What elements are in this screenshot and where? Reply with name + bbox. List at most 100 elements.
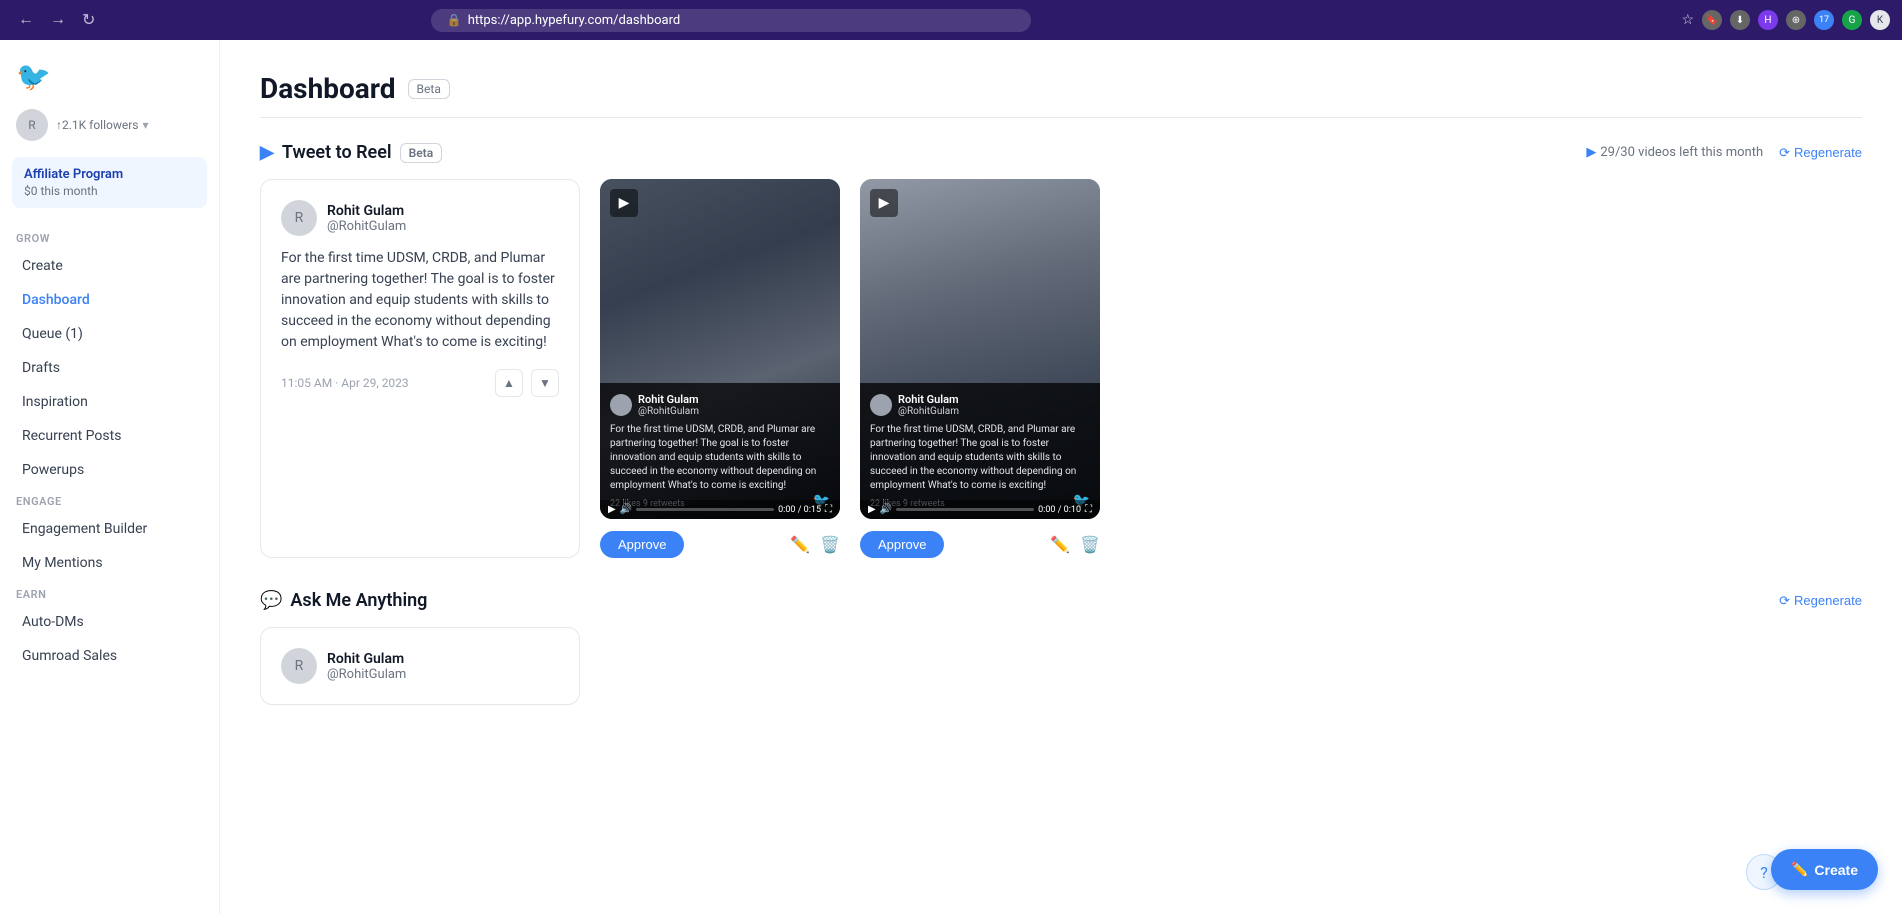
play-ctrl-icon-2[interactable]: ▶	[868, 504, 876, 515]
star-icon[interactable]: ☆	[1681, 12, 1694, 28]
ext-icon-2[interactable]: ⊕	[1786, 10, 1806, 30]
tweet-timestamp: 11:05 AM · Apr 29, 2023 ▲ ▼	[281, 369, 559, 397]
video-time-2: 0:00 / 0:10	[1038, 505, 1081, 515]
ask-regenerate-button[interactable]: ⟳ Regenerate	[1779, 593, 1862, 609]
browser-extensions: ☆ 🔖 ⬇ H ⊕ 17 G K	[1681, 10, 1890, 30]
ask-regenerate-label: Regenerate	[1794, 593, 1862, 608]
video-tweet-header-1: Rohit Gulam @RohitGulam	[610, 393, 830, 417]
play-icon-2[interactable]: ▶	[870, 189, 898, 217]
video-icon-actions-1: ✏️ 🗑️	[790, 535, 840, 554]
tweet-to-reel-title: ▶ Tweet to Reel Beta	[260, 142, 442, 163]
video-preview-2: ▶ Rohit Gulam @RohitGulam For the first …	[860, 179, 1100, 519]
sidebar-item-gumroad-sales[interactable]: Gumroad Sales	[6, 640, 213, 672]
videos-left-info: ▶ 29/30 videos left this month	[1586, 145, 1763, 160]
play-ctrl-icon-1[interactable]: ▶	[608, 504, 616, 515]
tweet-to-reel-section: ▶ Tweet to Reel Beta ▶ 29/30 videos left…	[260, 142, 1862, 558]
ask-me-anything-section: 💬 Ask Me Anything ⟳ Regenerate R Rohit G…	[260, 590, 1862, 705]
volume-icon-2[interactable]: 🔊	[880, 504, 892, 515]
sidebar-item-gumroad-sales-label: Gumroad Sales	[22, 648, 117, 664]
video-avatar-1	[610, 394, 632, 416]
ext-icon-3[interactable]: 17	[1814, 10, 1834, 30]
create-label: Create	[1814, 862, 1858, 878]
fullscreen-icon-1[interactable]: ⛶	[825, 504, 832, 515]
user-info[interactable]: R ↑2.1K followers ▾	[0, 109, 219, 157]
sidebar-item-recurrent-posts-label: Recurrent Posts	[22, 428, 121, 444]
avatar: R	[16, 109, 48, 141]
sidebar-item-engagement-builder[interactable]: Engagement Builder	[6, 513, 213, 545]
play-icon-1[interactable]: ▶	[610, 189, 638, 217]
video-handle-2: @RohitGulam	[898, 406, 959, 417]
affiliate-title: Affiliate Program	[24, 167, 195, 182]
forward-button[interactable]: →	[44, 8, 72, 32]
tweet-to-reel-header: ▶ Tweet to Reel Beta ▶ 29/30 videos left…	[260, 142, 1862, 163]
video-tweet-text-2: For the first time UDSM, CRDB, and Pluma…	[870, 423, 1090, 493]
tweet-author-avatar: R	[281, 200, 317, 236]
url-bar[interactable]: 🔒 https://app.hypefury.com/dashboard	[431, 9, 1031, 32]
sidebar-item-my-mentions[interactable]: My Mentions	[6, 547, 213, 579]
page-header: Dashboard Beta	[260, 72, 1862, 105]
videos-left-text: 29/30 videos left this month	[1600, 145, 1763, 160]
tweet-chevrons[interactable]: ▲ ▼	[495, 369, 559, 397]
video-avatar-2	[870, 394, 892, 416]
ext-icon-5[interactable]: K	[1870, 10, 1890, 30]
sidebar-logo: 🐦	[0, 52, 219, 109]
logo-icon: 🐦	[16, 60, 51, 93]
ext-icon-1[interactable]: H	[1758, 10, 1778, 30]
sidebar-item-auto-dms[interactable]: Auto-DMs	[6, 606, 213, 638]
ask-me-anything-title: 💬 Ask Me Anything	[260, 590, 427, 611]
video-overlay-2: Rohit Gulam @RohitGulam For the first ti…	[860, 383, 1100, 519]
video-actions-2: Approve ✏️ 🗑️	[860, 531, 1100, 558]
create-icon: ✏️	[1791, 861, 1808, 878]
beta-badge: Beta	[408, 79, 450, 99]
chevron-down-button[interactable]: ▼	[531, 369, 559, 397]
ext-icon-4[interactable]: G	[1842, 10, 1862, 30]
video-tweet-header-2: Rohit Gulam @RohitGulam	[870, 393, 1090, 417]
ask-icon: 💬	[260, 590, 282, 611]
regenerate-label: Regenerate	[1794, 145, 1862, 160]
video-time-1: 0:00 / 0:15	[778, 505, 821, 515]
header-divider	[260, 117, 1862, 118]
video-card-1: ▶ Rohit Gulam @RohitGulam For the first …	[600, 179, 840, 558]
volume-icon-1[interactable]: 🔊	[620, 504, 632, 515]
sidebar-item-powerups[interactable]: Powerups	[6, 454, 213, 486]
sidebar-item-queue[interactable]: Queue (1)	[6, 318, 213, 350]
affiliate-card[interactable]: Affiliate Program $0 this month	[12, 157, 207, 208]
ask-tweet-author: Rohit Gulam	[327, 651, 406, 667]
grow-section-label: GROW	[0, 224, 219, 249]
create-button[interactable]: ✏️ Create	[1771, 849, 1878, 890]
video-overlay-1: Rohit Gulam @RohitGulam For the first ti…	[600, 383, 840, 519]
delete-icon-2[interactable]: 🗑️	[1080, 535, 1100, 554]
chevron-up-button[interactable]: ▲	[495, 369, 523, 397]
help-icon: ?	[1760, 863, 1768, 882]
sidebar-item-inspiration[interactable]: Inspiration	[6, 386, 213, 418]
tweet-author-name: Rohit Gulam	[327, 203, 406, 219]
sidebar-item-dashboard[interactable]: Dashboard	[6, 284, 213, 316]
back-button[interactable]: ←	[12, 8, 40, 32]
video-controls-2: ▶ 🔊 0:00 / 0:10 ⛶	[860, 500, 1100, 519]
tweet-card-header: R Rohit Gulam @RohitGulam	[281, 200, 559, 236]
edit-icon-2[interactable]: ✏️	[1050, 535, 1070, 554]
sidebar-item-recurrent-posts[interactable]: Recurrent Posts	[6, 420, 213, 452]
sidebar-item-inspiration-label: Inspiration	[22, 394, 88, 410]
url-text: https://app.hypefury.com/dashboard	[468, 13, 681, 28]
bookmark-ext-icon[interactable]: 🔖	[1702, 10, 1722, 30]
fullscreen-icon-2[interactable]: ⛶	[1085, 504, 1092, 515]
download-ext-icon[interactable]: ⬇	[1730, 10, 1750, 30]
video-tweet-text-1: For the first time UDSM, CRDB, and Pluma…	[610, 423, 830, 493]
sidebar-item-auto-dms-label: Auto-DMs	[22, 614, 84, 630]
delete-icon-1[interactable]: 🗑️	[820, 535, 840, 554]
approve-button-2[interactable]: Approve	[860, 531, 944, 558]
sidebar-item-drafts[interactable]: Drafts	[6, 352, 213, 384]
browser-chrome: ← → ↻ 🔒 https://app.hypefury.com/dashboa…	[0, 0, 1902, 40]
approve-button-1[interactable]: Approve	[600, 531, 684, 558]
main-content: Dashboard Beta ▶ Tweet to Reel Beta ▶ 29…	[220, 40, 1902, 914]
sidebar-item-create[interactable]: Create	[6, 250, 213, 282]
video-author-2: Rohit Gulam	[898, 393, 959, 406]
video-icon: ▶	[260, 142, 274, 163]
regenerate-button[interactable]: ⟳ Regenerate	[1779, 145, 1862, 161]
sidebar-item-dashboard-label: Dashboard	[22, 292, 90, 308]
refresh-button[interactable]: ↻	[76, 8, 101, 32]
sidebar: 🐦 R ↑2.1K followers ▾ Affiliate Program …	[0, 40, 220, 914]
user-followers: ↑2.1K followers ▾	[56, 118, 149, 132]
edit-icon-1[interactable]: ✏️	[790, 535, 810, 554]
